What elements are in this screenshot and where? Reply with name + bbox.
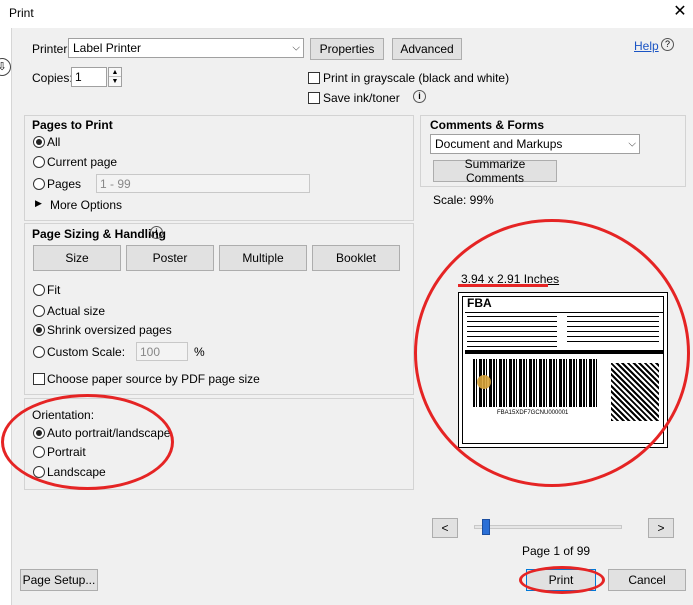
label-from-address	[467, 316, 557, 350]
portrait-radio[interactable]	[33, 446, 45, 458]
copies-input[interactable]: 1	[71, 67, 107, 87]
printer-label: Printer:	[32, 42, 71, 56]
size-underline-mark	[458, 284, 548, 287]
copies-stepper[interactable]: ▲ ▼	[108, 67, 122, 87]
fit-radio[interactable]	[33, 284, 45, 296]
copies-label: Copies:	[32, 71, 73, 85]
stepper-down-icon[interactable]: ▼	[109, 77, 121, 86]
actual-size-radio[interactable]	[33, 305, 45, 317]
pages-range-label: Pages	[47, 177, 82, 191]
percent-label: %	[194, 345, 205, 359]
pages-range-radio[interactable]	[33, 178, 45, 190]
help-icon[interactable]: ?	[661, 38, 674, 51]
auto-orientation-radio[interactable]	[33, 427, 45, 439]
info-icon[interactable]: i	[413, 90, 426, 103]
current-page-label: Current page	[47, 155, 118, 169]
comments-forms-title: Comments & Forms	[430, 118, 545, 132]
shrink-oversized-label: Shrink oversized pages	[47, 323, 172, 337]
landscape-radio[interactable]	[33, 466, 45, 478]
sizing-info-icon[interactable]: i	[150, 226, 163, 239]
page-sizing-title: Page Sizing & Handling	[32, 227, 167, 241]
cursor-highlight	[477, 375, 491, 389]
custom-scale-label: Custom Scale:	[47, 345, 126, 359]
comments-forms-select[interactable]: Document and Markups ⌵	[430, 134, 640, 154]
page-slider-track[interactable]	[474, 519, 622, 535]
scale-readout: Scale: 99%	[433, 193, 494, 207]
summarize-comments-button[interactable]: Summarize Comments	[433, 157, 557, 185]
grayscale-label: Print in grayscale (black and white)	[323, 71, 510, 85]
all-pages-radio[interactable]	[33, 136, 45, 148]
print-button[interactable]: Print	[526, 569, 596, 591]
printer-select-value: Label Printer	[73, 41, 142, 55]
cancel-button[interactable]: Cancel	[608, 569, 686, 591]
properties-button[interactable]: Properties	[310, 38, 384, 60]
next-page-button[interactable]: >	[648, 518, 674, 538]
label-qr-code	[611, 363, 659, 421]
label-preview: FBA FBA15XDF7GCNU000001	[458, 292, 668, 448]
fit-label: Fit	[47, 283, 61, 297]
multiple-tab-button[interactable]: Multiple	[219, 245, 307, 271]
expand-arrow-icon[interactable]: ▶	[35, 198, 42, 209]
title-bar	[0, 0, 693, 28]
actual-size-label: Actual size	[47, 304, 106, 318]
close-icon[interactable]: ✕	[670, 2, 690, 22]
chevron-down-icon: ⌵	[292, 42, 300, 54]
label-barcode	[473, 359, 599, 407]
comments-forms-value: Document and Markups	[435, 137, 563, 151]
page-setup-button[interactable]: Page Setup...	[20, 569, 98, 591]
paper-source-label: Choose paper source by PDF page size	[47, 372, 260, 386]
custom-scale-radio[interactable]	[33, 346, 45, 358]
grayscale-checkbox[interactable]	[308, 72, 320, 84]
label-to-address	[567, 316, 659, 342]
help-link[interactable]: Help	[634, 39, 659, 53]
label-fba-header: FBA	[467, 296, 492, 310]
orientation-title: Orientation:	[32, 408, 95, 422]
all-pages-label: All	[47, 135, 61, 149]
page-info-readout: Page 1 of 99	[522, 544, 591, 558]
custom-scale-input[interactable]: 100	[136, 342, 188, 361]
more-options-toggle[interactable]: More Options	[50, 198, 122, 212]
background-window-strip	[0, 28, 12, 605]
window-title: Print	[9, 6, 34, 20]
size-tab-button[interactable]: Size	[33, 245, 121, 271]
pages-to-print-title: Pages to Print	[32, 118, 113, 132]
poster-tab-button[interactable]: Poster	[126, 245, 214, 271]
save-ink-checkbox[interactable]	[308, 92, 320, 104]
label-barcode-text: FBA15XDF7GCNU000001	[497, 410, 569, 416]
auto-orientation-label: Auto portrait/landscape	[47, 426, 171, 440]
paper-source-checkbox[interactable]	[33, 373, 45, 385]
advanced-button[interactable]: Advanced	[392, 38, 462, 60]
page-slider-thumb[interactable]	[482, 519, 490, 535]
current-page-radio[interactable]	[33, 156, 45, 168]
shrink-oversized-radio[interactable]	[33, 324, 45, 336]
booklet-tab-button[interactable]: Booklet	[312, 245, 400, 271]
stepper-up-icon[interactable]: ▲	[109, 68, 121, 77]
printer-select[interactable]: Label Printer ⌵	[68, 38, 304, 58]
prev-page-button[interactable]: <	[432, 518, 458, 538]
chevron-down-icon: ⌵	[628, 138, 636, 150]
landscape-label: Landscape	[47, 465, 106, 479]
label-rule	[465, 312, 663, 313]
pages-range-input[interactable]: 1 - 99	[96, 174, 310, 193]
portrait-label: Portrait	[47, 445, 86, 459]
save-ink-label: Save ink/toner	[323, 91, 400, 105]
label-black-band	[465, 350, 663, 354]
